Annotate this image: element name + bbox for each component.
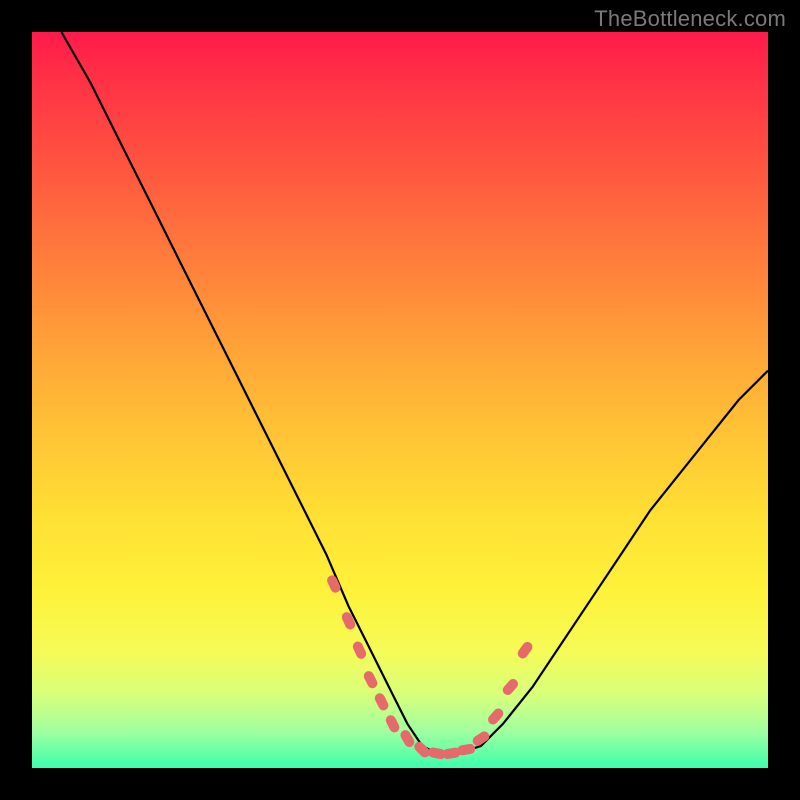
marker-pill: [373, 692, 390, 713]
curve-path: [61, 32, 768, 753]
marker-pill: [501, 677, 520, 697]
highlight-markers: [325, 574, 534, 760]
marker-pill: [456, 743, 475, 756]
bottleneck-curve: [61, 32, 768, 753]
chart-frame: TheBottleneck.com: [0, 0, 800, 800]
marker-pill: [516, 640, 535, 660]
marker-pill: [384, 714, 401, 735]
marker-pill: [351, 640, 368, 661]
marker-pill: [362, 669, 379, 690]
plot-area: [32, 32, 768, 768]
curve-layer: [32, 32, 768, 768]
watermark-text: TheBottleneck.com: [594, 6, 786, 32]
marker-pill: [340, 611, 357, 632]
